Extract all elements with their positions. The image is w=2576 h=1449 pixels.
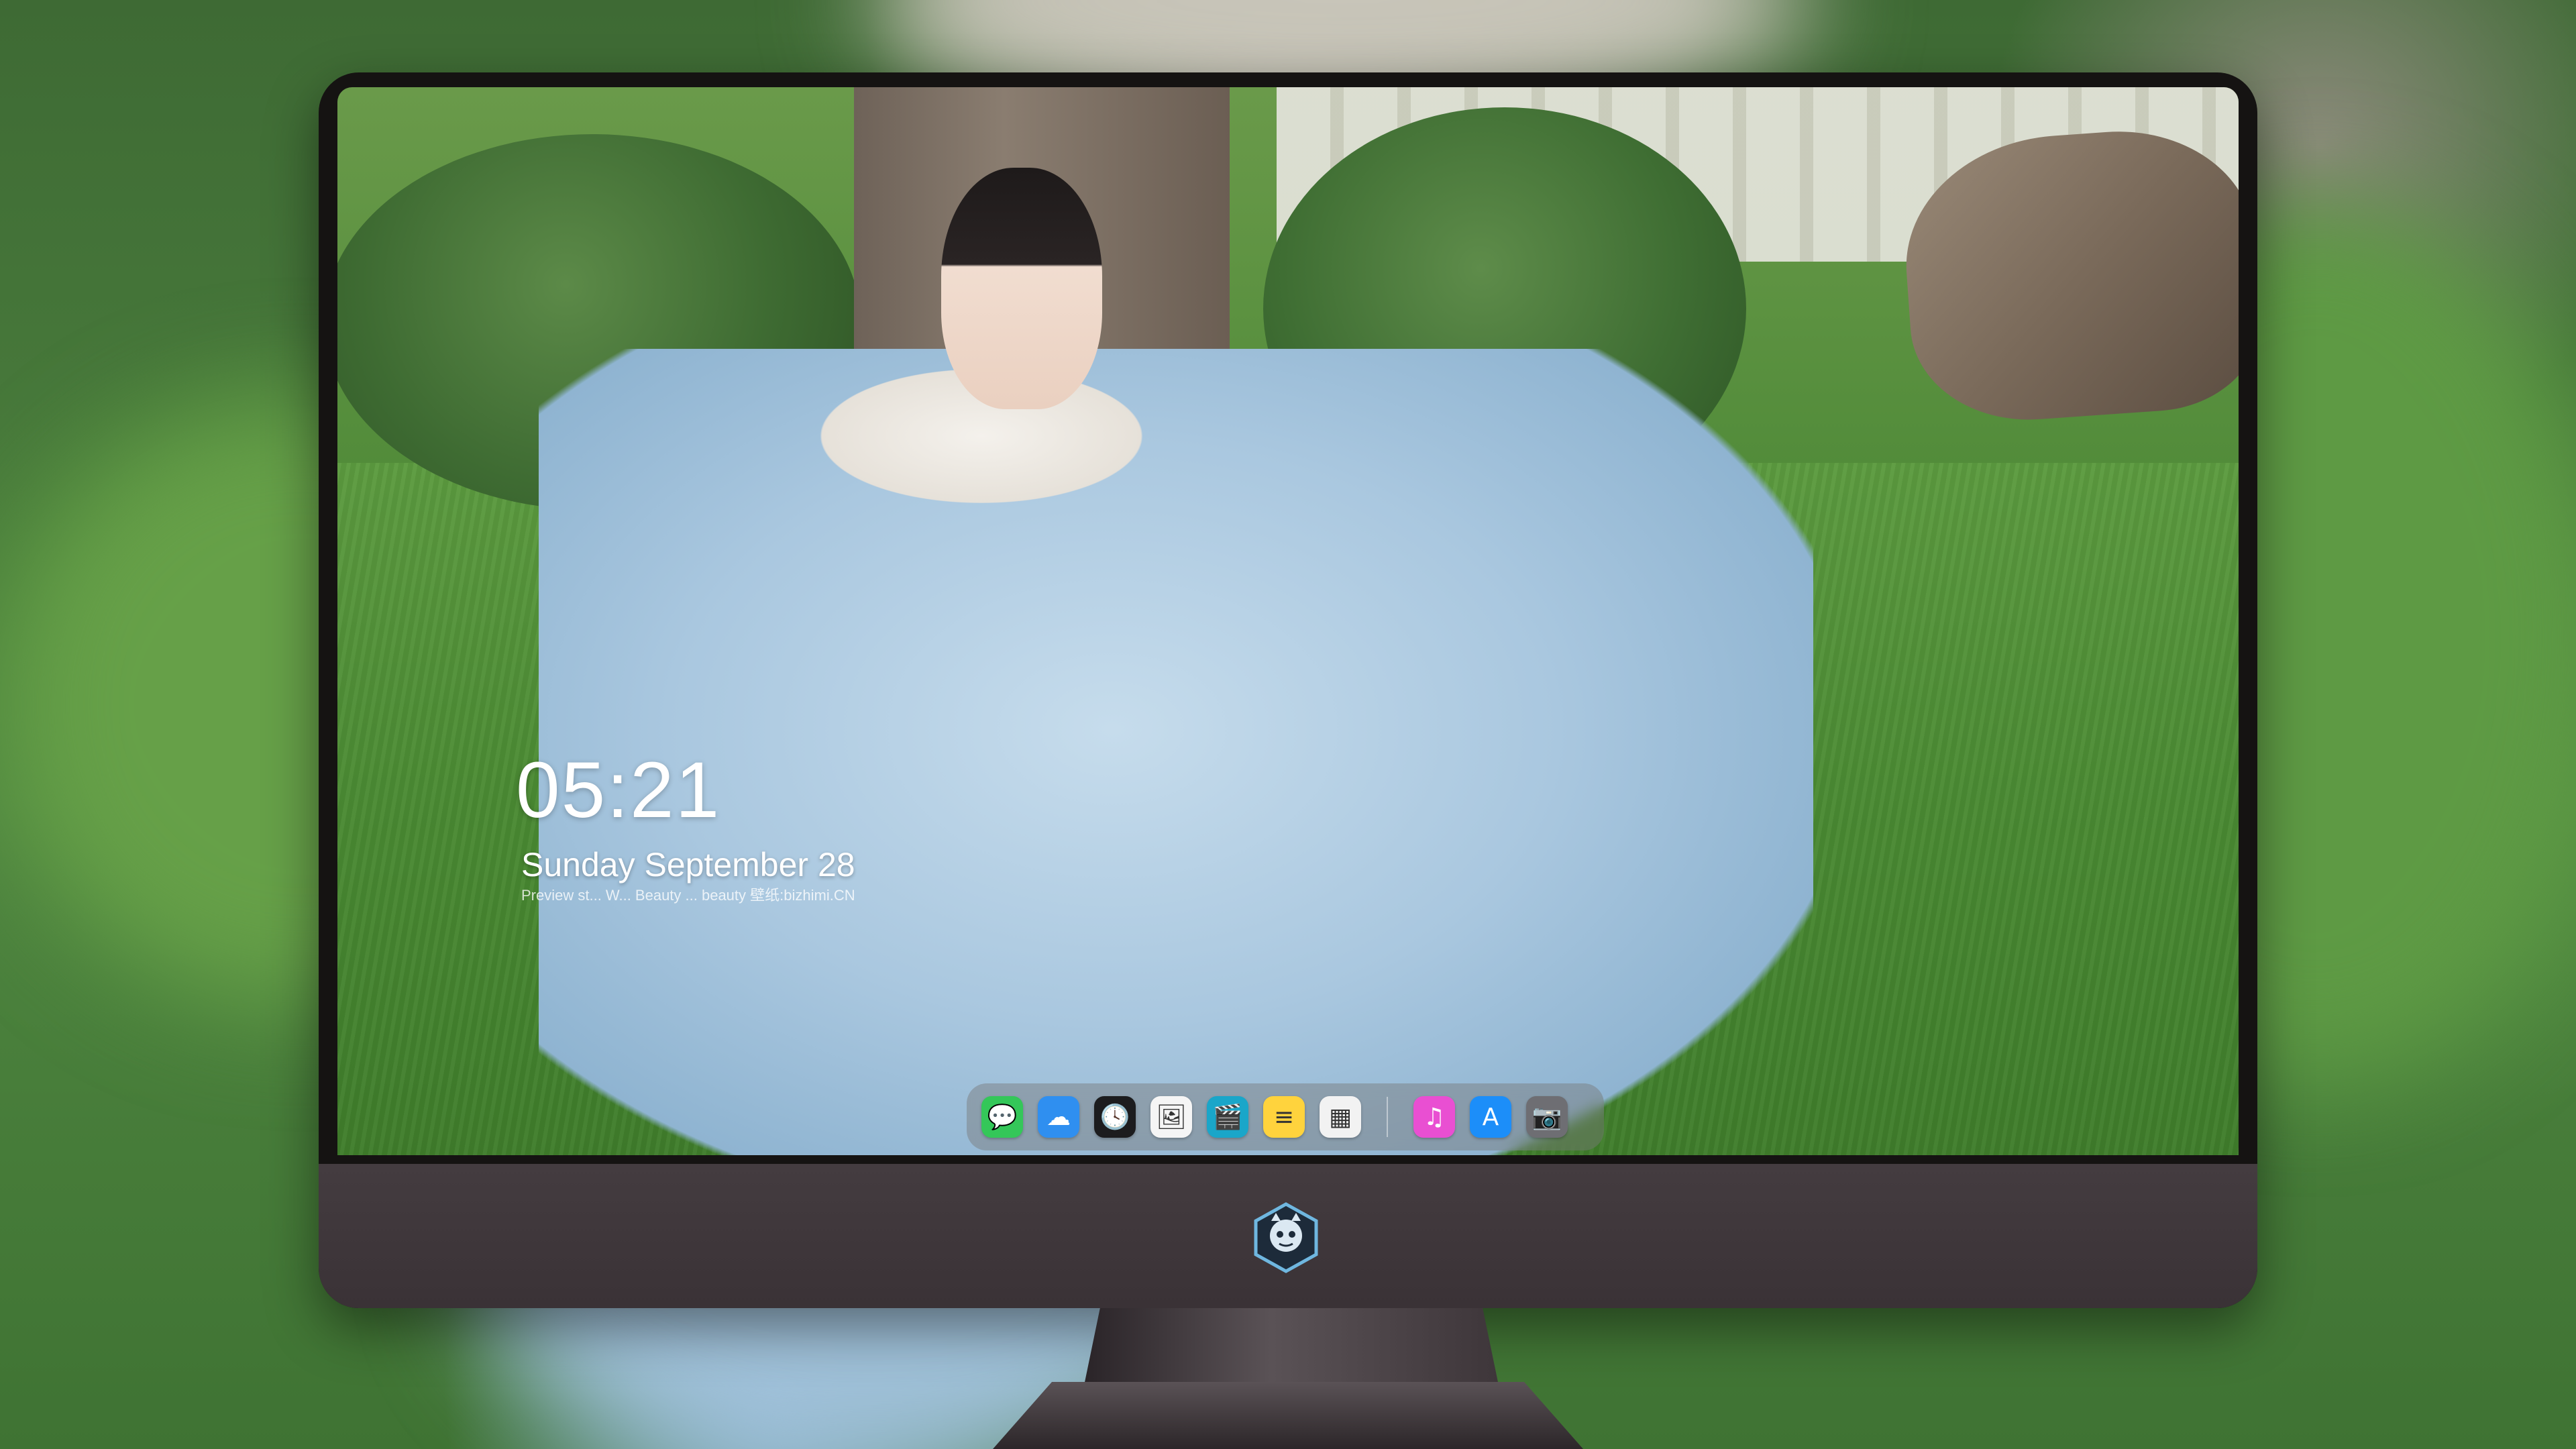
dock-separator (1387, 1097, 1388, 1137)
desktop-screen[interactable]: 05:21 Sunday September 28 Preview st... … (337, 87, 2239, 1155)
lock-clock: 05:21 (516, 746, 721, 835)
monitor-stand-neck (1083, 1308, 1499, 1389)
clock-icon[interactable]: 🕓 (1094, 1096, 1136, 1138)
music-icon[interactable]: ♫ (1413, 1096, 1455, 1138)
preview-icon[interactable]: 🖼 (1150, 1096, 1192, 1138)
wallpaper-figure (539, 349, 1813, 1155)
lock-date: Sunday September 28 (521, 846, 855, 883)
notes-icon[interactable]: ≡ (1263, 1096, 1305, 1138)
brand-logo-icon (1249, 1201, 1323, 1275)
messages-icon[interactable]: 💬 (981, 1096, 1023, 1138)
claquette-icon[interactable]: 🎬 (1207, 1096, 1248, 1138)
wallpaper-caption: Preview st... W... Beauty ... beauty 壁纸:… (521, 887, 855, 904)
monitor-stand-base (993, 1382, 1583, 1449)
wallpaper-figure-head (941, 168, 1102, 409)
camera-icon[interactable]: 📷 (1526, 1096, 1568, 1138)
dock: 💬 ☁ 🕓 🖼 🎬 ≡ ▦ ♫ A 📷 (967, 1083, 1604, 1150)
photo-booth-icon[interactable]: ▦ (1320, 1096, 1361, 1138)
app-store-icon[interactable]: A (1470, 1096, 1511, 1138)
weather-icon[interactable]: ☁ (1038, 1096, 1079, 1138)
